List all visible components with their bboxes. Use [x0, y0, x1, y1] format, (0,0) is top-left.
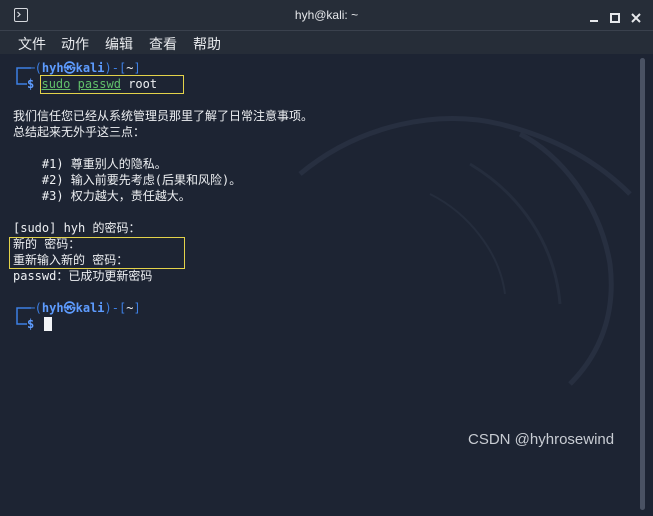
prompt-user: hyh	[41, 301, 64, 315]
menu-help[interactable]: 帮助	[193, 34, 221, 54]
lecture-line: #1) 尊重别人的隐私。	[13, 157, 167, 171]
close-icon[interactable]	[630, 9, 642, 23]
input-line: $	[27, 316, 34, 332]
menu-view[interactable]: 查看	[149, 34, 177, 54]
lecture-line: 总结起来无外乎这三点：	[13, 125, 146, 139]
password-highlight-box	[9, 237, 185, 269]
menu-edit[interactable]: 编辑	[105, 34, 133, 54]
prompt-at: ㉿	[63, 301, 76, 315]
scrollbar-thumb[interactable]	[640, 58, 645, 510]
prompt-line-1: ─(hyh㉿kali)-[~]	[13, 61, 141, 75]
sudo-password-prompt: [sudo] hyh 的密码：	[13, 221, 141, 235]
prompt-host: kali	[75, 61, 105, 75]
prompt-at: ㉿	[63, 61, 76, 75]
maximize-icon[interactable]	[609, 9, 621, 23]
command-highlight-box	[40, 75, 184, 94]
menu-file[interactable]: 文件	[18, 34, 46, 54]
window-title: hyh@kali: ~	[294, 8, 359, 22]
prompt-user: hyh	[41, 61, 64, 75]
prompt-dollar: $	[27, 77, 35, 91]
text-cursor[interactable]	[44, 317, 52, 331]
minimize-icon[interactable]	[588, 9, 600, 22]
lecture-line: #2) 输入前要先考虑(后果和风险)。	[13, 173, 242, 187]
lecture-line: 我们信任您已经从系统管理员那里了解了日常注意事项。	[13, 109, 314, 123]
prompt-dollar: $	[27, 317, 35, 331]
menu-bar: 文件 动作 编辑 查看 帮助	[0, 31, 653, 54]
lecture-line: #3) 权力越大，责任越大。	[13, 189, 191, 203]
watermark: CSDN @hyhrosewind	[468, 431, 615, 448]
passwd-result: passwd：已成功更新密码	[13, 269, 153, 283]
window-titlebar[interactable]: hyh@kali: ~	[0, 0, 653, 31]
scrollbar[interactable]	[640, 58, 645, 510]
prompt-host: kali	[75, 301, 105, 315]
prompt-line-2: ─(hyh㉿kali)-[~]	[13, 301, 141, 315]
menu-action[interactable]: 动作	[61, 34, 89, 54]
